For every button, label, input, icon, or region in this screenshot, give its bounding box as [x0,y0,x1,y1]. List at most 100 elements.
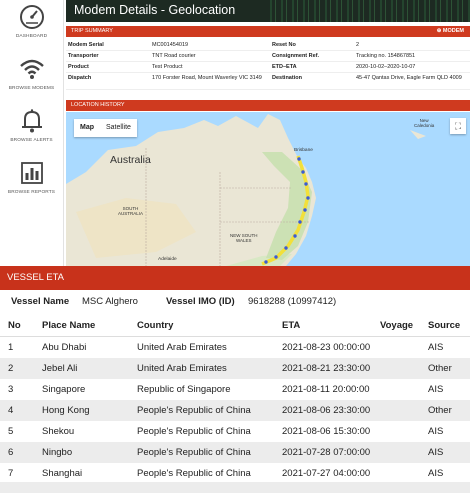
cell-place: Hong Kong [42,405,90,416]
trip-summary-bar: TRIP SUMMARY ⊕ MODEM [66,26,470,37]
page-header: Modem Details - Geolocation [66,0,470,22]
cell-place: Singapore [42,384,86,395]
cell-country: Republic of Singapore [137,384,231,395]
cell-place: Ningbo [42,447,73,458]
cell-country: United Arab Emirates [137,363,227,374]
sidebar-item-modems[interactable]: BROWSE MODEMS [0,52,63,100]
header-background [270,0,470,22]
trip-row: Product Test Product ETD–ETA 2020-10-02–… [66,62,470,73]
vessel-eta-title: VESSEL ETA [7,272,65,283]
cell-place: Abu Dhabi [42,342,87,353]
sidebar-item-reports[interactable]: BROWSE REPORTS [0,156,63,204]
bell-icon [21,109,42,133]
cell-source: AIS [428,447,444,458]
trip-value: 2020-10-02–2020-10-07 [356,64,416,70]
cell-source: AIS [428,426,444,437]
cell-source: AIS [428,384,444,395]
vessel-imo-label: Vessel IMO (ID) [166,296,235,307]
location-map[interactable]: Australia SOUTH AUSTRALIA NEW SOUTH WALE… [66,112,470,266]
table-row: 5 Shekou People's Republic of China 2021… [0,421,470,442]
fullscreen-button[interactable]: ⛶ [450,118,466,134]
column-header: Source [428,320,461,331]
trip-summary-table: Modem Serial MC001454019 Reset No 2 Tran… [66,40,470,90]
cell-source: AIS [428,468,444,479]
table-footer-fill [0,482,470,493]
modem-link[interactable]: ⊕ MODEM [437,26,464,37]
cell-eta: 2021-08-23 00:00:00 [282,342,371,353]
table-row: 7 Shanghai People's Republic of China 20… [0,463,470,484]
fullscreen-icon: ⛶ [454,121,462,131]
cell-no: 6 [8,447,14,458]
sidebar-item-label: BROWSE REPORTS [7,190,56,195]
sidebar-item-label: BROWSE MODEMS [8,86,55,91]
cell-source: Other [428,405,452,416]
cell-no: 2 [8,363,14,374]
vessel-name-value: MSC Alghero [82,296,138,307]
vessel-eta-table: No Place Name Country ETA Voyage Source … [0,315,470,484]
map-label-south-australia: SOUTH AUSTRALIA [118,206,144,216]
column-header: ETA [282,320,301,331]
cell-eta: 2021-08-21 23:30:00 [282,363,371,374]
cell-country: United Arab Emirates [137,342,227,353]
map-label-brisbane: Brisbane [294,148,313,153]
table-row: 3 Singapore Republic of Singapore 2021-0… [0,379,470,400]
sidebar-item-dashboard[interactable]: DASHBOARD [0,0,63,48]
trip-row: Transporter TNT Road courier Consignment… [66,51,470,62]
table-row: 1 Abu Dhabi United Arab Emirates 2021-08… [0,337,470,358]
trip-summary-title: TRIP SUMMARY [71,28,113,34]
sidebar-item-label: BROWSE ALERTS [10,138,53,143]
cell-place: Jebel Ali [42,363,78,374]
cell-eta: 2021-08-11 20:00:00 [282,384,370,395]
cell-eta: 2021-08-06 23:30:00 [282,405,371,416]
cell-eta: 2021-07-28 07:00:00 [282,447,371,458]
vessel-info: Vessel Name MSC Alghero Vessel IMO (ID) … [0,290,470,314]
trip-label: Consignment Ref. [272,53,320,59]
table-row: 4 Hong Kong People's Republic of China 2… [0,400,470,421]
cell-country: People's Republic of China [137,468,251,479]
new-caledonia-island [410,130,426,139]
cell-eta: 2021-08-06 15:30:00 [282,426,371,437]
trip-value: 45-47 Qantas Drive, Eagle Farm QLD 4009 [356,75,462,81]
trip-label: Dispatch [68,75,92,81]
cell-country: People's Republic of China [137,426,251,437]
cell-no: 3 [8,384,14,395]
sidebar-item-label: DASHBOARD [15,34,48,39]
vessel-name-label: Vessel Name [11,296,70,307]
table-row: 2 Jebel Ali United Arab Emirates 2021-08… [0,358,470,379]
trip-label: Modem Serial [68,42,104,48]
trip-value: 170 Forster Road, Mount Waverley VIC 314… [152,75,262,81]
trip-value: 2 [356,42,360,48]
column-header: Voyage [380,320,414,331]
trip-label: Destination [272,75,302,81]
trip-value: Tracking no. 154867851 [356,53,416,59]
vessel-eta-bar: VESSEL ETA [0,266,470,290]
cell-no: 4 [8,405,14,416]
sidebar: DASHBOARD BROWSE MODEMS BROWSE ALERTS BR… [0,0,64,266]
table-row: 6 Ningbo People's Republic of China 2021… [0,442,470,463]
trip-label: Product [68,64,89,70]
sidebar-item-alerts[interactable]: BROWSE ALERTS [0,104,63,152]
trip-row: Modem Serial MC001454019 Reset No 2 [66,40,470,51]
satellite-view-button[interactable]: Satellite [100,119,137,137]
trip-value: MC001454019 [152,42,189,48]
page-title: Modem Details - Geolocation [74,3,236,17]
trip-value: Test Product [152,64,183,70]
wifi-icon [19,59,44,79]
column-header: No [8,320,21,331]
bar-chart-icon [20,162,43,184]
cell-place: Shanghai [42,468,83,479]
map-view-button[interactable]: Map [74,119,100,137]
cell-no: 1 [8,342,14,353]
table-header-row: No Place Name Country ETA Voyage Source [0,315,470,337]
dashboard-gauge-icon [19,5,44,29]
vessel-imo-value: 9618288 (10997412) [248,296,337,307]
cell-no: 5 [8,426,14,437]
trip-label: Transporter [68,53,99,59]
map-type-control: Map Satellite [74,119,137,137]
cell-source: AIS [428,342,444,353]
location-history-title: LOCATION HISTORY [71,102,125,108]
map-label-adelaide: Adelaide [158,257,177,262]
cell-eta: 2021-07-27 04:00:00 [282,468,371,479]
map-label-nsw: NEW SOUTH WALES [230,233,258,243]
column-header: Place Name [42,320,96,331]
